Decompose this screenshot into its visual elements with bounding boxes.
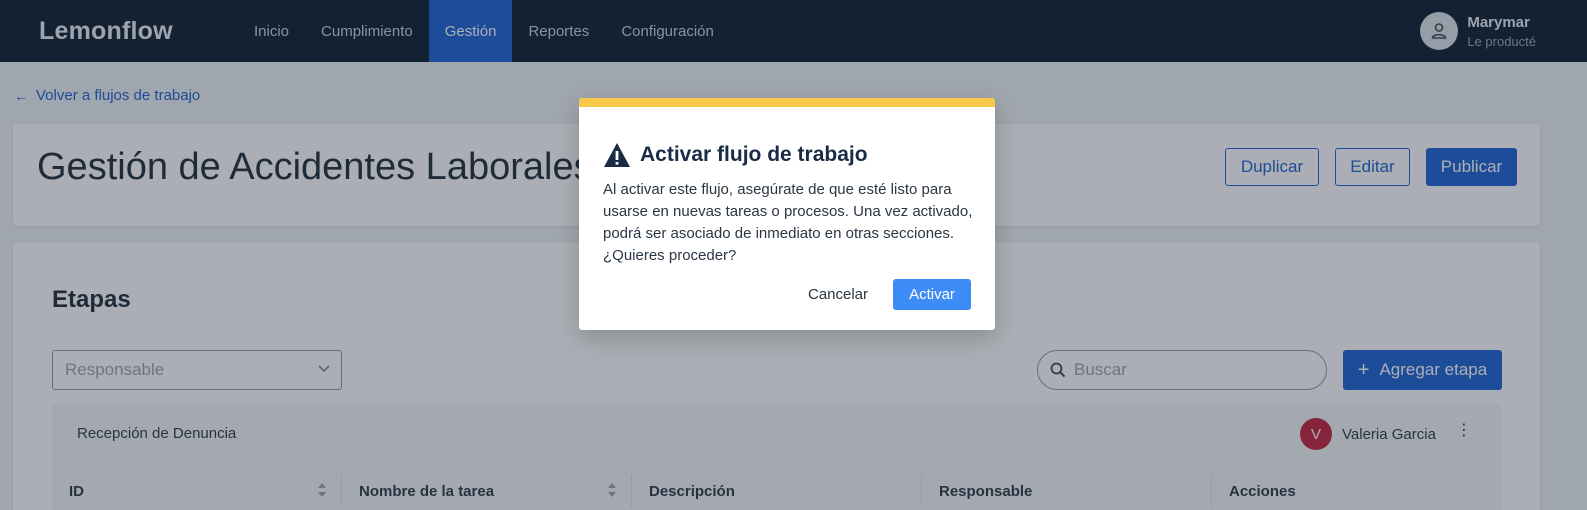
warning-icon <box>604 143 630 167</box>
dialog-title: Activar flujo de trabajo <box>603 142 868 168</box>
dialog-title-text: Activar flujo de trabajo <box>640 143 868 166</box>
activate-button[interactable]: Activar <box>893 279 971 310</box>
dialog-message: Al activar este flujo, asegúrate de que … <box>603 181 973 264</box>
activate-workflow-dialog: Activar flujo de trabajo Al activar este… <box>579 98 995 330</box>
dialog-accent-bar <box>579 98 995 107</box>
cancel-button[interactable]: Cancelar <box>799 279 877 310</box>
